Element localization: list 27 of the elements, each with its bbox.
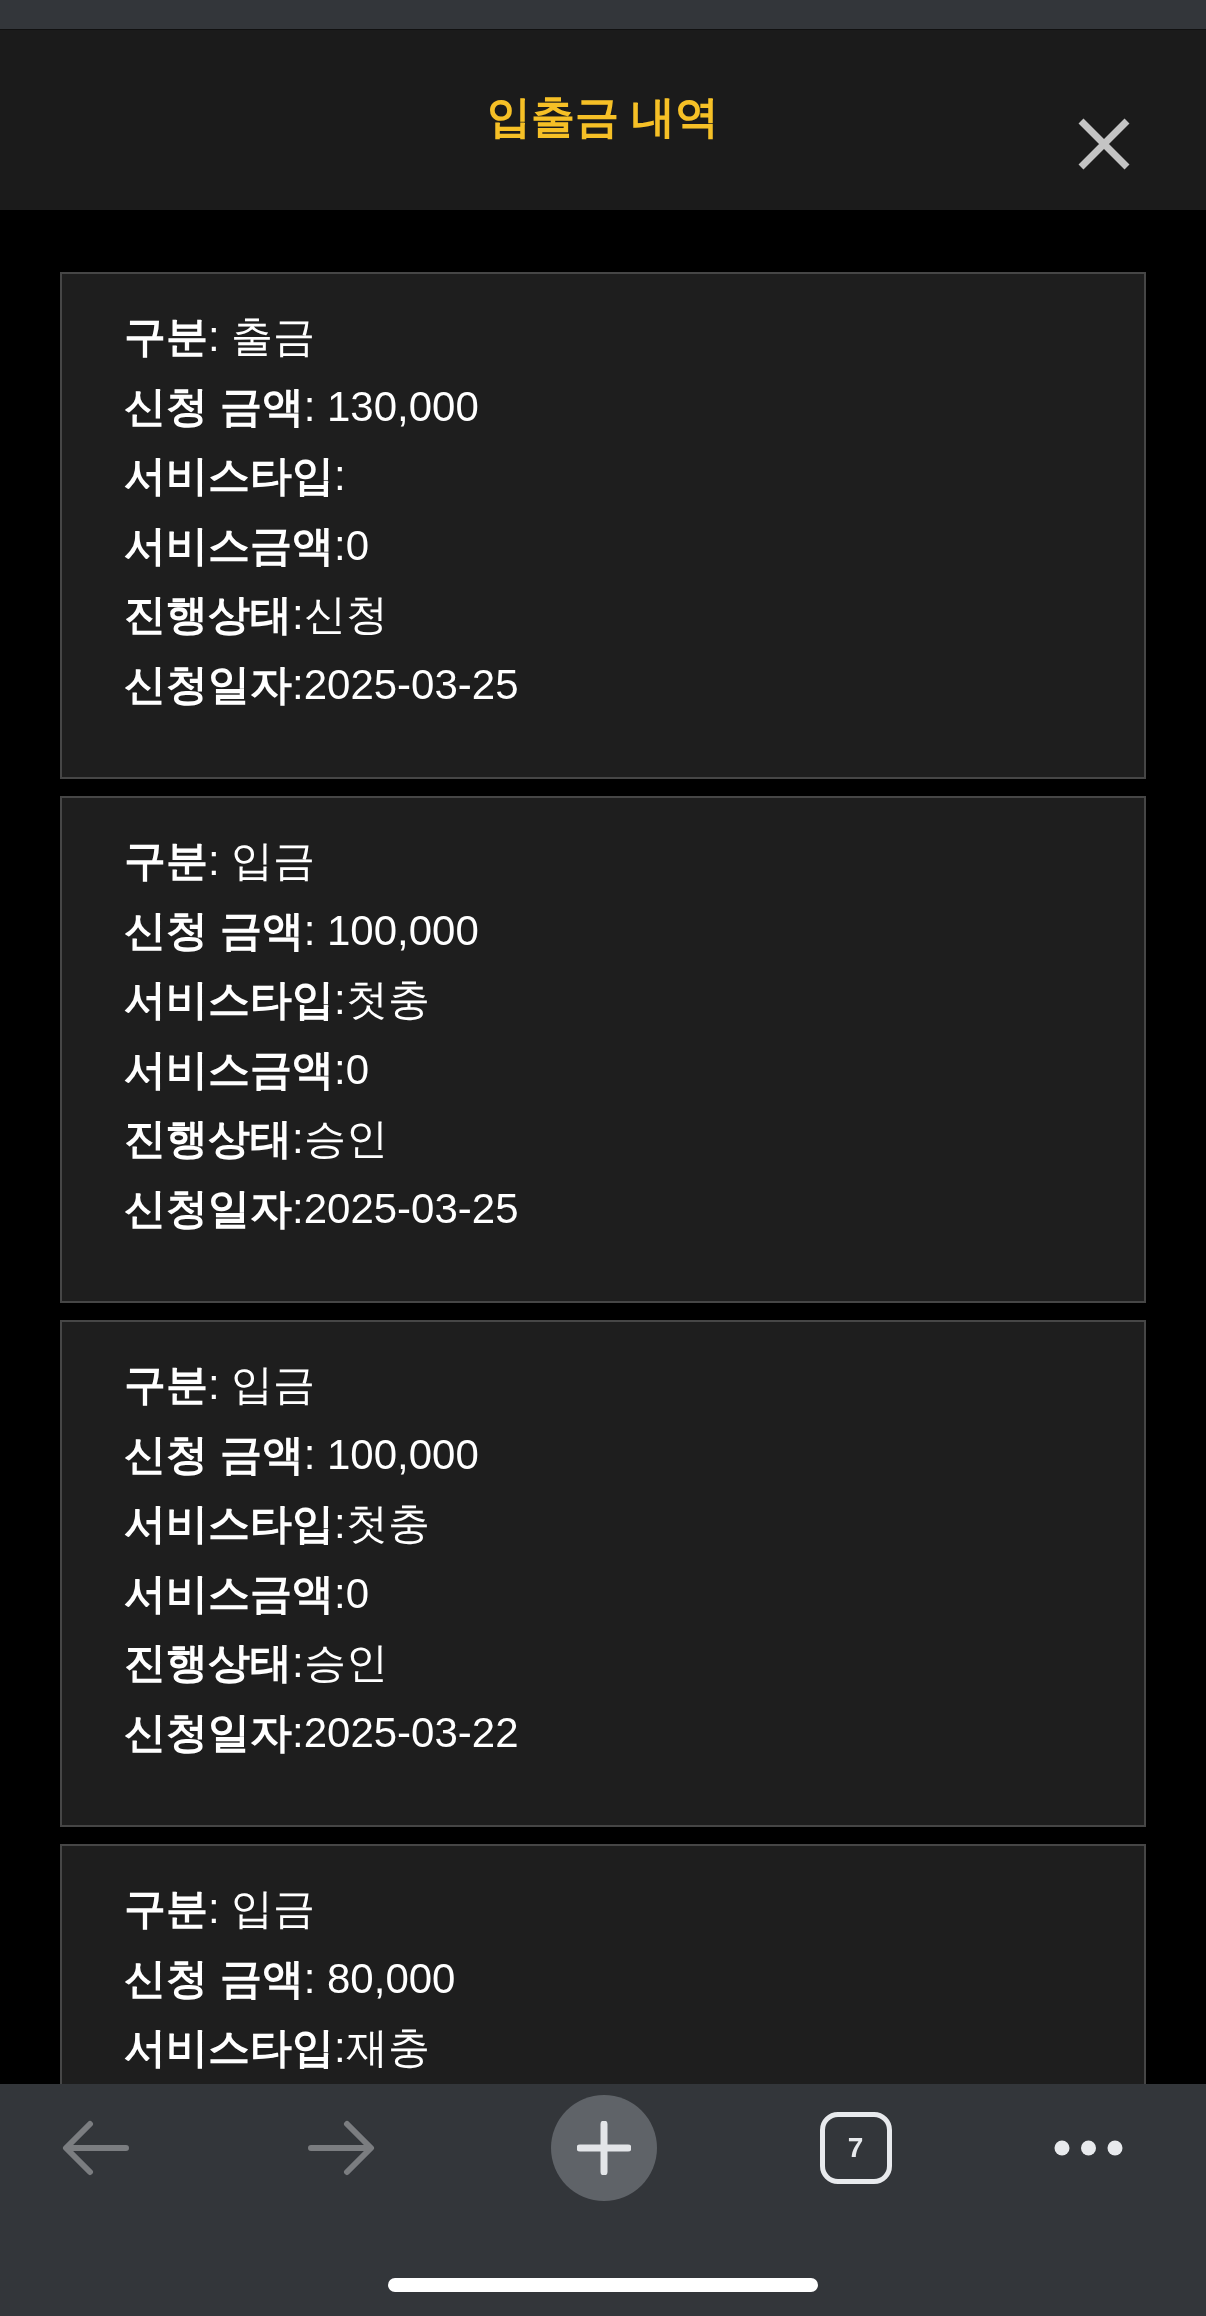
record-detail: 신청일자:2025-03-22 xyxy=(124,1707,520,1758)
record-detail: 신청 금액: 100,000 xyxy=(124,1429,480,1480)
record-detail: 신청 금액: 100,000 xyxy=(124,905,480,956)
more-dots-icon xyxy=(1054,2140,1123,2156)
record-detail: 신청 금액: 80,000 xyxy=(124,1953,457,2004)
record-detail: 서비스금액:0 xyxy=(124,520,371,571)
record-detail: 구분: 입금 xyxy=(124,836,317,886)
record-detail: 구분: 입금 xyxy=(124,1884,317,1934)
record-detail: 구분: 출금 xyxy=(124,312,317,362)
page-title: 입출금 내역 xyxy=(486,95,720,139)
record-detail: 신청일자:2025-03-25 xyxy=(124,659,520,710)
record-detail: 진행상태:승인 xyxy=(124,1114,389,1164)
record-detail: 서비스금액:0 xyxy=(124,1044,371,1095)
record-detail: 서비스타입:첫충 xyxy=(124,975,431,1025)
close-icon xyxy=(1078,118,1130,170)
record-detail: 진행상태:신청 xyxy=(124,590,389,640)
record-detail: 신청 금액: 130,000 xyxy=(124,381,480,432)
close-button[interactable] xyxy=(1078,118,1130,170)
record-detail: 구분: 입금 xyxy=(124,1360,317,1410)
record-detail: 신청일자:2025-03-25 xyxy=(124,1183,520,1234)
plus-icon xyxy=(577,2121,631,2175)
record-detail: 진행상태:승인 xyxy=(124,1638,389,1688)
record-detail: 서비스금액:0 xyxy=(124,1568,371,1619)
record-detail: 서비스타입:재충 xyxy=(124,2023,431,2073)
record-detail: 서비스타입:첫충 xyxy=(124,1499,431,1549)
tab-count-button[interactable]: 7 xyxy=(819,2112,892,2184)
record-detail: 서비스타입: xyxy=(124,451,347,501)
